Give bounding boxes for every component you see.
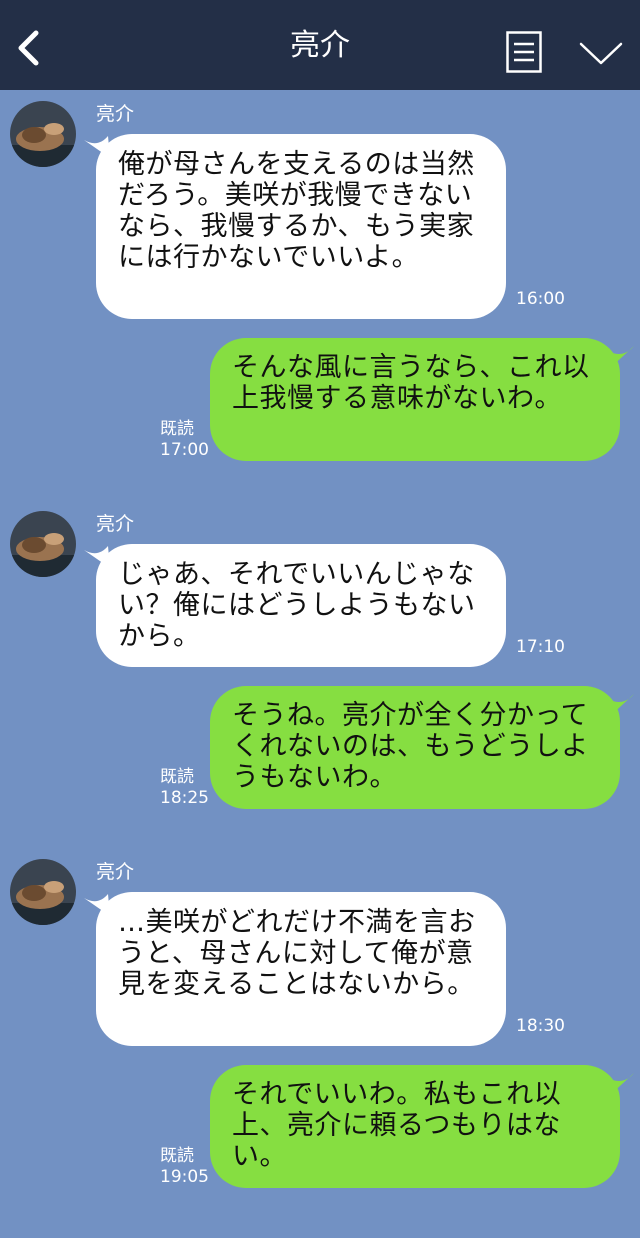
avatar[interactable] <box>10 101 76 167</box>
sender-name: 亮介 <box>96 513 135 535</box>
avatar[interactable] <box>10 859 76 925</box>
notes-icon[interactable] <box>506 31 542 73</box>
sender-name: 亮介 <box>96 861 135 883</box>
message-bubble-incoming[interactable]: じゃあ、それでいいんじゃない？俺にはどうしようもないから。 <box>96 544 506 667</box>
message-time: 19:05 <box>160 1167 209 1187</box>
chat-header: 亮介 <box>0 0 640 90</box>
chat-title: 亮介 <box>290 28 350 63</box>
message-time: 18:25 <box>160 788 209 808</box>
message-bubble-outgoing[interactable]: それでいいわ。私もこれ以上、亮介に頼るつもりはない。 <box>210 1065 620 1188</box>
read-receipt: 既読 <box>160 1146 194 1166</box>
message-time: 17:00 <box>160 440 209 460</box>
message-bubble-incoming[interactable]: 俺が母さんを支えるのは当然だろう。美咲が我慢できないなら、我慢するか、もう実家に… <box>96 134 506 319</box>
message-bubble-outgoing[interactable]: そうね。亮介が全く分かってくれないのは、もうどうしようもないわ。 <box>210 686 620 809</box>
read-receipt: 既読 <box>160 767 194 787</box>
message-time: 18:30 <box>516 1016 565 1036</box>
message-time: 17:10 <box>516 637 565 657</box>
message-bubble-outgoing[interactable]: そんな風に言うなら、これ以上我慢する意味がないわ。 <box>210 338 620 461</box>
message-time: 16:00 <box>516 289 565 309</box>
message-bubble-incoming[interactable]: …美咲がどれだけ不満を言おうと、母さんに対して俺が意見を変えることはないから。 <box>96 892 506 1046</box>
read-receipt: 既読 <box>160 419 194 439</box>
sender-name: 亮介 <box>96 103 135 125</box>
avatar[interactable] <box>10 511 76 577</box>
chevron-down-icon[interactable] <box>578 38 624 68</box>
